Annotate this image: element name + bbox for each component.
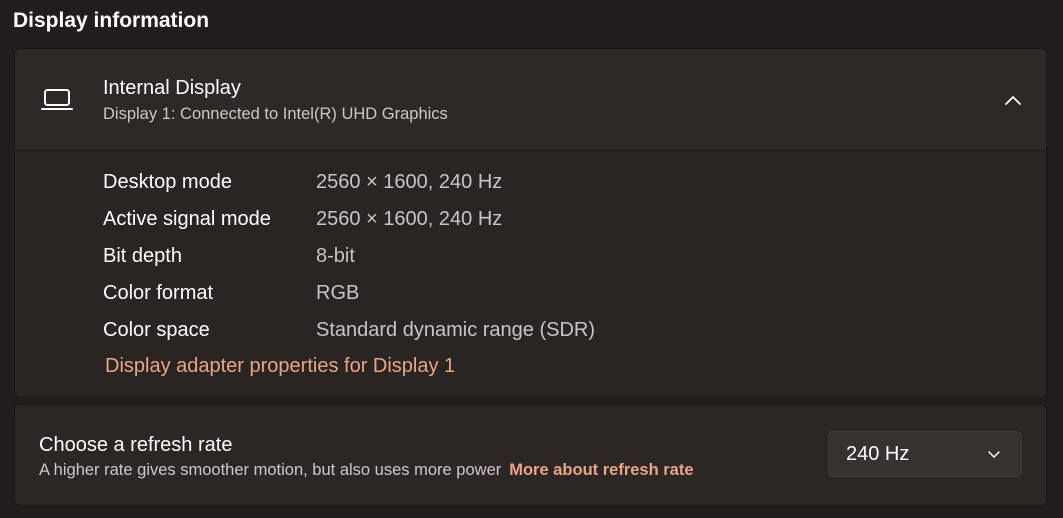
detail-row-desktop-mode: Desktop mode 2560 × 1600, 240 Hz — [103, 167, 1003, 197]
refresh-rate-selected-value: 240 Hz — [846, 443, 910, 465]
detail-row-color-space: Color space Standard dynamic range (SDR) — [103, 315, 1003, 345]
detail-row-bit-depth: Bit depth 8-bit — [103, 241, 1003, 271]
detail-label: Color space — [103, 319, 210, 341]
detail-value: RGB — [316, 282, 360, 304]
laptop-icon — [41, 89, 73, 110]
detail-value: 8-bit — [316, 245, 355, 267]
refresh-rate-dropdown[interactable]: 240 Hz — [828, 431, 1022, 477]
detail-row-active-signal-mode: Active signal mode 2560 × 1600, 240 Hz — [103, 204, 1003, 234]
detail-row-color-format: Color format RGB — [103, 278, 1003, 308]
chevron-up-icon[interactable] — [1002, 89, 1024, 111]
detail-label: Color format — [103, 282, 214, 304]
section-title: Display information — [13, 9, 210, 32]
more-about-refresh-rate-link[interactable]: More about refresh rate — [509, 461, 693, 479]
chevron-down-icon — [988, 451, 1000, 458]
display-details: Desktop mode 2560 × 1600, 240 Hz Active … — [15, 151, 1046, 397]
detail-label: Desktop mode — [103, 171, 232, 193]
detail-value: 2560 × 1600, 240 Hz — [316, 208, 503, 230]
refresh-rate-title: Choose a refresh rate — [39, 434, 233, 456]
display-name: Internal Display — [103, 77, 241, 99]
refresh-rate-description: A higher rate gives smoother motion, but… — [39, 461, 694, 480]
display-card: Internal Display Display 1: Connected to… — [14, 48, 1047, 398]
refresh-rate-card: Choose a refresh rate A higher rate give… — [14, 404, 1047, 506]
detail-value: 2560 × 1600, 240 Hz — [316, 171, 503, 193]
detail-label: Active signal mode — [103, 208, 271, 230]
detail-label: Bit depth — [103, 245, 182, 267]
detail-value: Standard dynamic range (SDR) — [316, 319, 596, 341]
display-adapter-properties-link[interactable]: Display adapter properties for Display 1 — [105, 355, 455, 378]
display-subtitle: Display 1: Connected to Intel(R) UHD Gra… — [103, 105, 448, 123]
display-header-expander[interactable]: Internal Display Display 1: Connected to… — [15, 49, 1046, 151]
refresh-rate-description-text: A higher rate gives smoother motion, but… — [39, 461, 502, 479]
